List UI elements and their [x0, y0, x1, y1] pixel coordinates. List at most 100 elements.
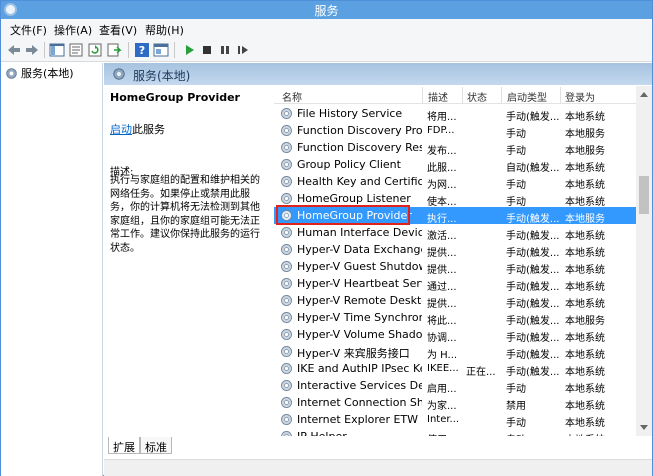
column-header-description[interactable]: 描述 [428, 89, 448, 104]
menu-help[interactable]: 帮助(H) [145, 22, 184, 38]
service-gear-icon [281, 159, 292, 170]
service-startup-type: 手动(触发... [506, 112, 560, 123]
tree-item-label: 服务(本地) [21, 67, 74, 80]
title-bar[interactable]: 服务 [1, 1, 652, 19]
service-gear-icon [281, 244, 292, 255]
service-gear-icon [281, 193, 292, 204]
service-log-on-as: 本地服务 [565, 316, 605, 327]
service-row[interactable]: Human Interface Device ... 激活... 手动(触发... 本… [274, 224, 636, 242]
service-row[interactable]: Hyper-V Heartbeat Service 通过... 手动(触发... 本地… [274, 275, 636, 293]
service-startup-type: 手动(触发... [506, 367, 560, 378]
start-service-line: 启动此服务 [110, 121, 165, 137]
column-header-name[interactable]: 名称 [282, 89, 302, 104]
service-log-on-as: 本地系统 [565, 384, 605, 395]
service-row[interactable]: Hyper-V 来宾服务接口 为 H... 手动(触发... 本地系统 [274, 343, 636, 361]
scrollbar-thumb[interactable] [639, 176, 649, 214]
service-row[interactable]: Hyper-V Remote Deskto... 提供... 手动(触发... 本地系… [274, 292, 636, 310]
menu-file[interactable]: 文件(F) [10, 22, 47, 38]
service-startup-type: 自动(触发... [506, 163, 560, 174]
start-service-link[interactable]: 启动 [110, 123, 132, 136]
service-row[interactable]: Hyper-V Guest Shutdown... 提供... 手动(触发... 本地… [274, 258, 636, 276]
pause-service-icon[interactable] [217, 42, 233, 58]
service-log-on-as: 本地服务 [565, 146, 605, 157]
service-row[interactable]: HomeGroup Listener 使本... 手动 本地系统 [274, 190, 636, 208]
export-list-icon[interactable] [106, 42, 122, 58]
service-row[interactable]: Function Discovery Reso... 发布... 手动 本地服务 [274, 139, 636, 157]
service-log-on-as: 本地系统 [565, 350, 605, 361]
services-window: 服务 文件(F) 操作(A) 查看(V) 帮助(H) ? 服务(本地) 服务(本… [0, 0, 653, 476]
service-row[interactable]: HomeGroup Provider 执行... 手动(触发... 本地服务 [274, 207, 636, 225]
service-log-on-as: 本地系统 [565, 418, 605, 429]
service-gear-icon [281, 397, 292, 408]
service-log-on-as: 本地系统 [565, 333, 605, 344]
menu-view[interactable]: 查看(V) [99, 22, 137, 38]
service-description: 使用... [427, 431, 464, 436]
column-header-startup-type[interactable]: 启动类型 [507, 89, 547, 104]
service-gear-icon [281, 176, 292, 187]
service-gear-icon [281, 261, 292, 272]
service-row[interactable]: Hyper-V Data Exchange ... 提供... 手动(触发... 本地… [274, 241, 636, 259]
service-gear-icon [281, 227, 292, 238]
show-console-tree-icon[interactable] [49, 42, 65, 58]
column-divider[interactable] [462, 87, 463, 103]
tab-extended[interactable]: 扩展 [108, 437, 140, 454]
tree-item-services-local[interactable]: 服务(本地) [5, 66, 74, 80]
service-row[interactable]: File History Service 将用... 手动(触发... 本地系统 [274, 105, 636, 123]
service-row[interactable]: Function Discovery Provi... FDP... 手动 本地服务 [274, 122, 636, 140]
service-startup-type: 手动 [506, 384, 526, 395]
back-arrow-icon[interactable] [6, 42, 22, 58]
service-row[interactable]: Internet Explorer ETW C... Inter... 手动 本地系统 [274, 411, 636, 429]
toolbar-separator [128, 42, 129, 58]
service-log-on-as: 本地系统 [565, 197, 605, 208]
service-description: 为网... [427, 180, 457, 191]
service-description: 发布... [427, 146, 457, 157]
column-divider[interactable] [501, 87, 502, 103]
description-text: 执行与家庭组的配置和维护相关的网络任务。如果停止或禁用此服务，你的计算机将无法检… [110, 175, 260, 254]
view-icon[interactable] [153, 42, 169, 58]
properties-icon[interactable] [68, 42, 84, 58]
service-description: 协调... [427, 333, 457, 344]
service-description: Inter... [427, 414, 460, 425]
service-row[interactable]: Internet Connection Shari... 为家... 禁用 本地系统 [274, 394, 636, 412]
service-name: Function Discovery Provi... [297, 124, 422, 137]
tab-standard[interactable]: 标准 [140, 437, 172, 454]
service-name: Health Key and Certificat... [297, 175, 422, 188]
column-divider[interactable] [560, 87, 561, 103]
refresh-icon[interactable] [87, 42, 103, 58]
service-row[interactable]: Hyper-V Volume Shadow... 协调... 手动(触发... 本地系… [274, 326, 636, 344]
service-row[interactable]: IP Helper 使用... 自动本地系统 [274, 428, 636, 436]
scroll-up-icon[interactable] [636, 86, 652, 102]
column-header-status[interactable]: 状态 [467, 89, 487, 104]
service-name: Hyper-V 来宾服务接口 [297, 347, 410, 360]
service-log-on-as: 本地系统 [565, 282, 605, 293]
service-row[interactable]: Group Policy Client 此服... 自动(触发... 本地系统 [274, 156, 636, 174]
help-icon[interactable]: ? [134, 42, 150, 58]
service-row[interactable]: IKE and AuthIP IPsec Key... IKEE... 正在... 手… [274, 360, 636, 378]
service-gear-icon [281, 210, 292, 221]
forward-arrow-icon[interactable] [24, 42, 40, 58]
column-divider[interactable] [422, 87, 423, 103]
vertical-scrollbar[interactable] [636, 86, 652, 436]
gear-icon [6, 67, 17, 79]
start-service-icon[interactable] [181, 42, 197, 58]
service-log-on-as: 本地系统 [565, 265, 605, 276]
service-row[interactable]: Hyper-V Time Synchroniz... 将此... 手动(触发... 本… [274, 309, 636, 327]
menu-action[interactable]: 操作(A) [54, 22, 92, 38]
service-log-on-as: 本地系统 [565, 248, 605, 259]
service-startup-type: 手动 [506, 180, 526, 191]
service-gear-icon [281, 363, 292, 374]
stop-service-icon[interactable] [199, 42, 215, 58]
service-name: Human Interface Device ... [297, 226, 422, 239]
service-row[interactable]: Health Key and Certificat... 为网... 手动 本地系统 [274, 173, 636, 191]
column-header-log-on-as[interactable]: 登录为 [565, 89, 595, 104]
service-description: 将用... [427, 112, 457, 123]
status-bar [104, 459, 652, 476]
details-pane: 服务(本地) HomeGroup Provider 启动此服务 描述: 执行与家… [104, 63, 652, 476]
scroll-down-icon[interactable] [636, 420, 652, 436]
toolbar: ? [1, 38, 652, 62]
service-name: File History Service [297, 107, 403, 120]
service-name: Hyper-V Guest Shutdown... [297, 260, 422, 273]
service-row[interactable]: Interactive Services Dete... 启用... 手动 本地系统 [274, 377, 636, 395]
service-name: Function Discovery Reso... [297, 141, 422, 154]
restart-service-icon[interactable] [235, 42, 251, 58]
